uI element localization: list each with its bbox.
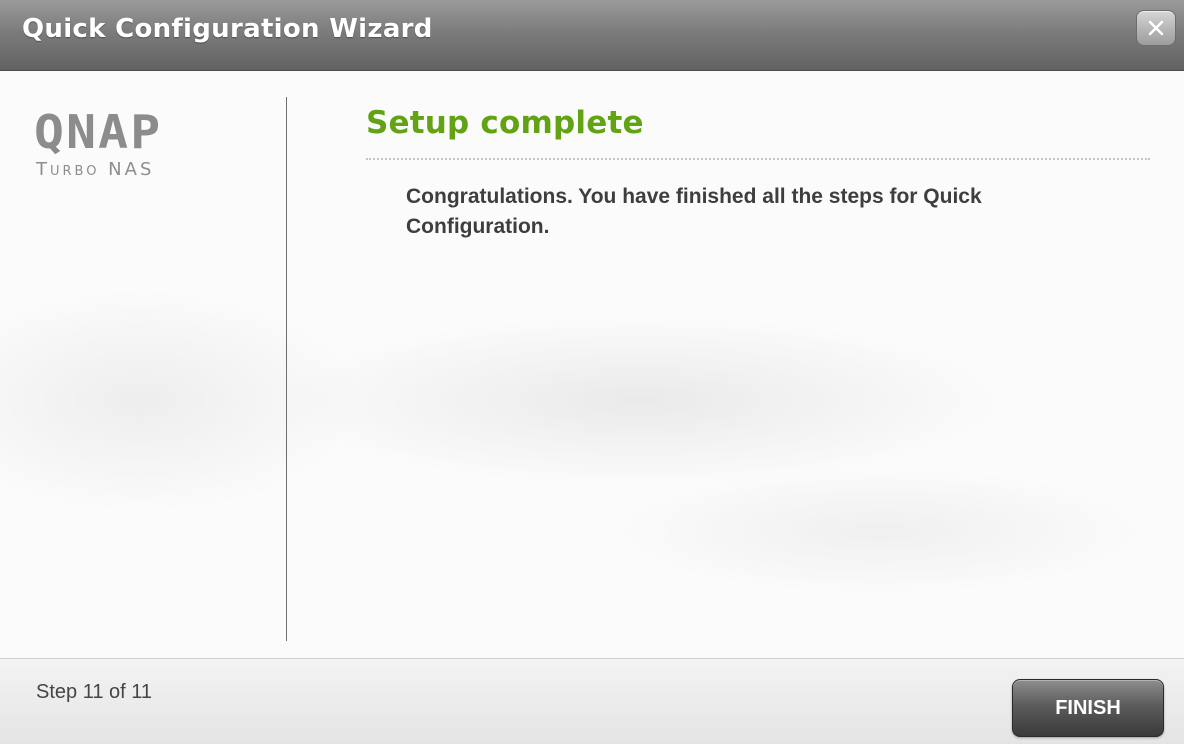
wizard-footer: Step 11 of 11 FINISH <box>0 658 1184 744</box>
heading-separator <box>366 158 1150 160</box>
finish-button[interactable]: FINISH <box>1012 679 1164 737</box>
title-bar: Quick Configuration Wizard <box>0 0 1184 71</box>
window-title: Quick Configuration Wizard <box>22 14 433 44</box>
completion-message: Congratulations. You have finished all t… <box>406 185 982 238</box>
logo-brand: QNAP <box>34 105 163 159</box>
close-button[interactable] <box>1136 10 1176 46</box>
logo-subtitle: Turbo NAS <box>36 159 155 180</box>
wizard-content: QNAP Turbo NAS Setup complete Congratula… <box>0 71 1184 658</box>
step-indicator: Step 11 of 11 <box>36 681 153 703</box>
qnap-logo: QNAP Turbo NAS <box>34 109 234 189</box>
step-heading: Setup complete <box>366 105 644 141</box>
close-x-icon <box>1148 20 1164 36</box>
wizard-window: Quick Configuration Wizard QNAP Turbo NA… <box>0 0 1184 744</box>
vertical-divider <box>286 97 287 641</box>
